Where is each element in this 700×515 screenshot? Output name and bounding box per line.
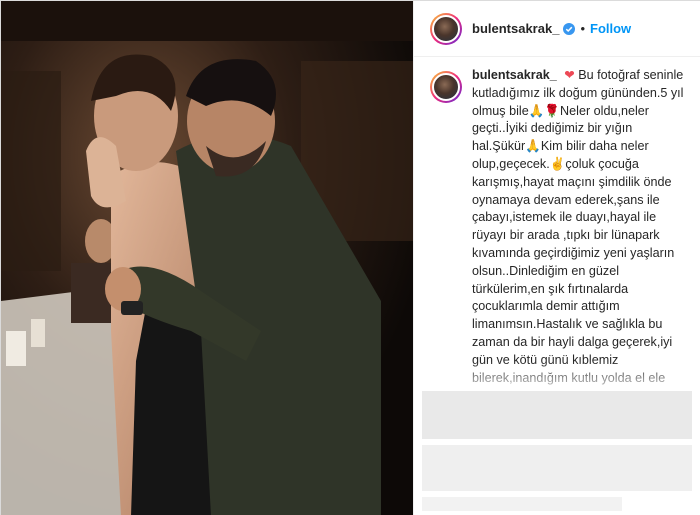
blurred-block xyxy=(422,497,622,511)
post-photo[interactable] xyxy=(1,1,413,515)
blurred-block xyxy=(422,445,692,491)
avatar-image xyxy=(432,14,460,43)
follow-button[interactable]: Follow xyxy=(590,21,631,36)
caption-body: bulentsakrak_ ❤ Bu fotoğraf seninle kutl… xyxy=(472,67,688,387)
profile-avatar[interactable] xyxy=(430,12,462,45)
caption-text: Bu fotoğraf seninle kutladığımız ilk doğ… xyxy=(472,68,684,385)
caption-avatar[interactable] xyxy=(430,71,462,103)
instagram-post: bulentsakrak_ • Follow bulentsakrak_ ❤ B… xyxy=(0,0,700,515)
post-side-panel: bulentsakrak_ • Follow bulentsakrak_ ❤ B… xyxy=(413,1,700,515)
avatar-image xyxy=(432,73,460,101)
post-header: bulentsakrak_ • Follow xyxy=(414,1,700,57)
heart-emoji-icon: ❤ xyxy=(564,68,575,82)
verified-badge-icon xyxy=(563,22,576,35)
caption-username[interactable]: bulentsakrak_ xyxy=(472,68,557,82)
blurred-block xyxy=(422,391,692,439)
caption-comment: bulentsakrak_ ❤ Bu fotoğraf seninle kutl… xyxy=(414,67,700,387)
header-username[interactable]: bulentsakrak_ xyxy=(472,21,559,36)
blurred-region xyxy=(414,387,700,515)
header-separator: • xyxy=(580,21,585,36)
